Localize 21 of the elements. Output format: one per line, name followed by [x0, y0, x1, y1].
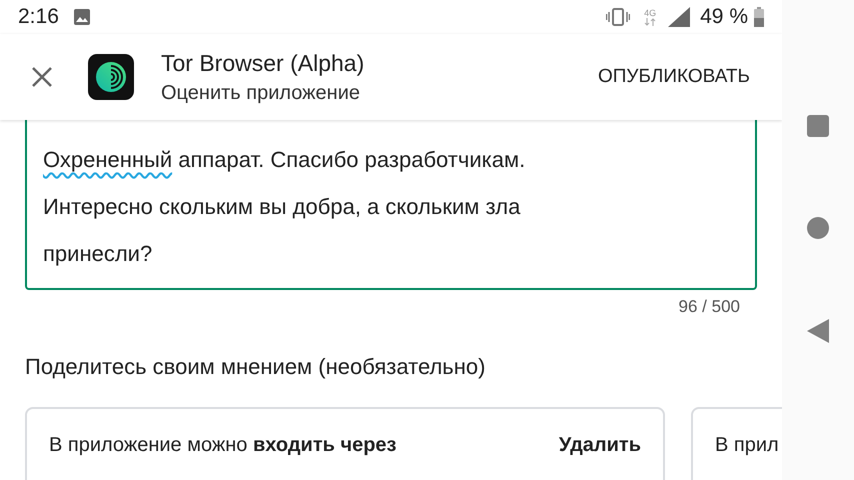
- image-icon: [72, 8, 91, 26]
- status-time: 2:16: [18, 4, 59, 30]
- data-arrows-icon: [644, 18, 656, 26]
- review-text: Охрененный аппарат. Спасибо разработчикам. Интересно скольким вы добра, а скольким зла принесли?: [43, 146, 526, 268]
- battery-percent: 49 %: [700, 4, 748, 30]
- review-field[interactable]: Охрененный аппарат. Спасибо разработчикам. Интересно скольким вы добра, а скольким зла принесли?: [25, 120, 757, 290]
- back-icon[interactable]: [807, 319, 829, 343]
- question-text: В прил: [715, 432, 780, 458]
- character-counter: 96 / 500: [678, 296, 740, 318]
- signal-icon: [668, 7, 690, 27]
- publish-button[interactable]: ОПУБЛИКОВАТЬ: [596, 56, 752, 98]
- section-heading: Поделитесь своим мнением (необязательно): [25, 352, 486, 380]
- page-subtitle: Оценить приложение: [161, 81, 362, 106]
- home-icon[interactable]: [807, 217, 829, 239]
- network-type: 4G: [644, 8, 656, 18]
- battery-icon: [754, 7, 764, 27]
- vibrate-icon: [606, 8, 630, 26]
- app-logo-icon: [88, 54, 134, 100]
- app-title: Tor Browser (Alpha): [161, 49, 364, 78]
- question-text: В приложение можно входить через: [49, 432, 398, 458]
- remove-button[interactable]: Удалить: [558, 424, 641, 464]
